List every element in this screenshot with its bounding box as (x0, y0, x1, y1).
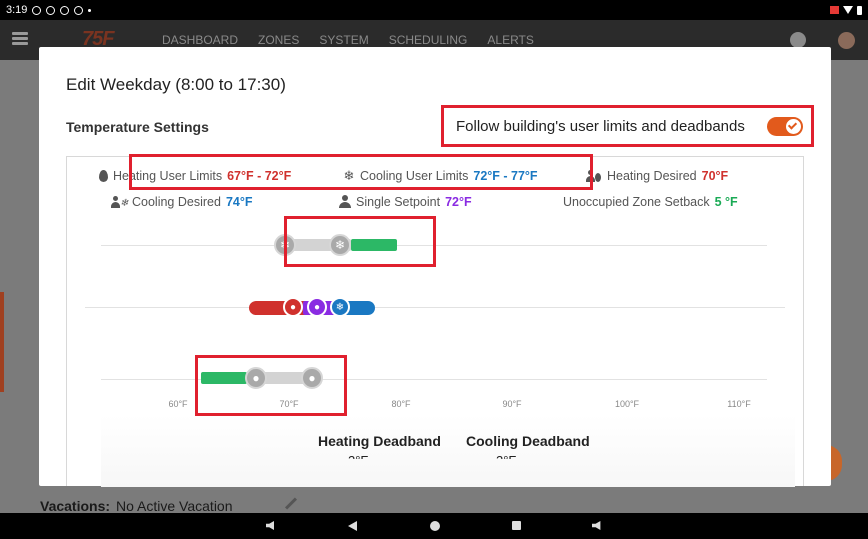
flame-icon (99, 170, 108, 182)
single-setpoint-handle[interactable]: ● (307, 297, 327, 317)
axis-tick: 110°F (727, 399, 751, 409)
legend-unoccupied-setback: Unoccupied Zone Setback 5 °F (563, 195, 738, 209)
status-bar: 3:19 (0, 0, 868, 20)
section-title: Temperature Settings (66, 119, 209, 135)
axis-tick: 80°F (391, 399, 411, 409)
person-icon: ● (313, 301, 321, 313)
legend-single-setpoint: Single Setpoint 72°F (339, 195, 472, 209)
nav-dashboard[interactable]: DASHBOARD (162, 33, 238, 47)
home-icon[interactable] (430, 521, 440, 531)
heating-desired-handle[interactable]: ● (283, 297, 303, 317)
vacations-value: No Active Vacation (116, 498, 233, 514)
side-tab[interactable] (0, 292, 4, 392)
heating-deadband-label: Heating Deadband (318, 433, 441, 449)
notification-dot-icon (88, 8, 92, 12)
dialog-title: Edit Weekday (8:00 to 17:30) (66, 75, 286, 94)
volume-up-icon[interactable] (592, 521, 601, 530)
nav-system[interactable]: SYSTEM (319, 33, 368, 47)
vacations-row: Vacations: No Active Vacation (40, 498, 233, 514)
person-icon (339, 195, 351, 208)
gridline (85, 307, 785, 308)
cooling-deadband-label: Cooling Deadband (466, 433, 590, 449)
person-snowflake-icon: ❄ (335, 301, 345, 313)
cooling-deadband-value[interactable]: 2°F (496, 453, 516, 459)
highlight-cooling-slider (284, 216, 436, 267)
legend-cooling-desired: ❄ Cooling Desired 74°F (111, 195, 252, 209)
legend-heating-desired: Heating Desired 70°F (586, 169, 728, 183)
gauge-icon[interactable] (838, 32, 855, 49)
usb-icon (46, 5, 56, 15)
android-nav-bar (0, 513, 868, 539)
person-snowflake-icon: ❄ (111, 196, 128, 209)
clock-icon (60, 5, 70, 15)
layers-icon[interactable] (12, 32, 28, 46)
heating-deadband-value[interactable]: 2°F (348, 453, 368, 459)
status-time: 3:19 (6, 4, 28, 16)
gear-icon[interactable] (790, 32, 806, 48)
temperature-panel: Heating User Limits 67°F - 72°F ❄ Coolin… (66, 154, 804, 487)
volume-down-icon[interactable] (266, 521, 274, 530)
cast-icon (830, 6, 839, 14)
battery-icon (857, 5, 862, 15)
highlight-heating-slider (195, 355, 347, 416)
axis-tick: 60°F (168, 399, 188, 409)
highlight-user-limits (129, 154, 593, 190)
toggle-knob (786, 119, 801, 134)
follow-building-limits-row: Follow building's user limits and deadba… (441, 105, 814, 147)
sync-icon (74, 5, 84, 15)
axis-tick: 100°F (614, 399, 640, 409)
person-flame-icon: ● (289, 301, 297, 313)
main-nav: DASHBOARD ZONES SYSTEM SCHEDULING ALERTS (162, 33, 534, 47)
axis-tick: 90°F (502, 399, 522, 409)
check-icon (787, 120, 798, 130)
recents-icon[interactable] (512, 521, 521, 530)
wifi-icon (843, 6, 853, 14)
vacations-label: Vacations: (40, 498, 111, 514)
deadband-area (101, 415, 795, 487)
nav-scheduling[interactable]: SCHEDULING (389, 33, 468, 47)
edit-schedule-dialog: Edit Weekday (8:00 to 17:30) Temperature… (39, 47, 831, 487)
cooling-desired-handle[interactable]: ❄ (330, 297, 350, 317)
cloud-icon (32, 5, 42, 15)
back-icon[interactable] (348, 521, 357, 531)
follow-building-limits-label: Follow building's user limits and deadba… (456, 117, 745, 135)
nav-zones[interactable]: ZONES (258, 33, 299, 47)
nav-alerts[interactable]: ALERTS (487, 33, 533, 47)
follow-building-limits-toggle[interactable] (767, 117, 803, 136)
